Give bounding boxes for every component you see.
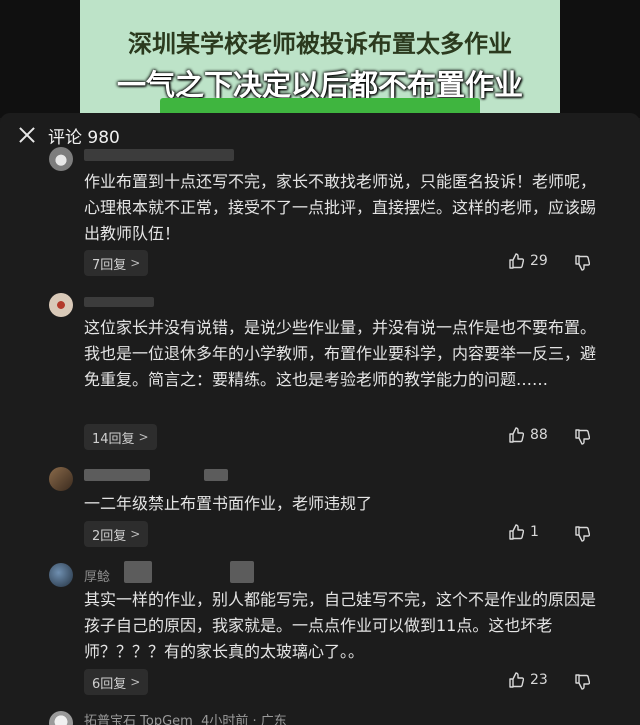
- thumbs-up-icon: [509, 253, 524, 269]
- like-count: 1: [530, 524, 539, 540]
- thumbs-down-icon[interactable]: [574, 429, 590, 445]
- like-count: 29: [530, 253, 548, 269]
- username-redacted: [84, 149, 234, 161]
- avatar[interactable]: [49, 711, 73, 725]
- comments-sheet: 评论 980 作业布置到十点还写不完，家长不敢找老师说，只能匿名投诉！老师呢，心…: [0, 113, 640, 725]
- thumbs-up-icon: [509, 672, 524, 688]
- replies-count: 2回复: [92, 528, 127, 544]
- comment-text: 一二年级禁止布置书面作业，老师违规了: [84, 494, 373, 513]
- avatar[interactable]: [49, 147, 73, 171]
- chevron-right-icon: >: [138, 430, 149, 444]
- comment-username-text: 拓普宝石 TopGem: [84, 714, 193, 725]
- username-redacted: [84, 469, 150, 481]
- username-redacted: [124, 561, 152, 583]
- replies-count: 14回复: [92, 431, 135, 447]
- like-count: 88: [530, 427, 548, 443]
- comment-text: 其实一样的作业，别人都能写完，自己娃写不完，这个不是作业的原因是孩子自己的原因，…: [84, 590, 597, 661]
- comment-username[interactable]: 拓普宝石 TopGem 4小时前 · 广东: [84, 710, 287, 725]
- chevron-right-icon: >: [130, 256, 141, 270]
- like-button[interactable]: 88: [508, 427, 548, 443]
- like-count: 23: [530, 672, 548, 688]
- username-redacted: [204, 469, 228, 481]
- comment-item: 这位家长并没有说错，是说少些作业量，并没有说一点作是也不要布置。我也是一位退休多…: [0, 291, 640, 461]
- video-player[interactable]: 深圳某学校老师被投诉布置太多作业 一气之下决定以后都不布置作业: [80, 0, 560, 118]
- comment-item: 作业布置到十点还写不完，家长不敢找老师说，只能匿名投诉！老师呢，心理根本就不正常…: [0, 143, 640, 283]
- thumbs-up-icon: [509, 524, 524, 540]
- thumbs-up-icon: [509, 427, 524, 443]
- view-replies-button[interactable]: 6回复 >: [84, 669, 149, 695]
- view-replies-button[interactable]: 14回复 >: [84, 424, 157, 450]
- thumbs-down-icon[interactable]: [574, 674, 590, 690]
- avatar[interactable]: [49, 563, 73, 587]
- replies-count: 6回复: [92, 676, 127, 692]
- view-replies-button[interactable]: 7回复 >: [84, 250, 149, 276]
- comment-item: 一二年级禁止布置书面作业，老师违规了 2回复 > 1: [0, 465, 640, 553]
- username-redacted: [84, 297, 154, 307]
- like-button[interactable]: 1: [508, 524, 539, 540]
- comment-text: 这位家长并没有说错，是说少些作业量，并没有说一点作是也不要布置。我也是一位退休多…: [84, 318, 597, 389]
- comment-meta: 4小时前 · 广东: [201, 714, 287, 725]
- comment-username[interactable]: 厚鲶: [84, 566, 110, 585]
- comment-text: 作业布置到十点还写不完，家长不敢找老师说，只能匿名投诉！老师呢，心理根本就不正常…: [84, 172, 597, 243]
- chevron-right-icon: >: [130, 527, 141, 541]
- avatar[interactable]: [49, 467, 73, 491]
- comment-item: 拓普宝石 TopGem 4小时前 · 广东: [0, 709, 640, 725]
- video-caption-line1: 深圳某学校老师被投诉布置太多作业: [128, 30, 512, 58]
- view-replies-button[interactable]: 2回复 >: [84, 521, 149, 547]
- thumbs-down-icon[interactable]: [574, 526, 590, 542]
- avatar[interactable]: [49, 293, 73, 317]
- like-button[interactable]: 23: [508, 672, 548, 688]
- username-redacted: [230, 561, 254, 583]
- replies-count: 7回复: [92, 257, 127, 273]
- chevron-right-icon: >: [130, 675, 141, 689]
- thumbs-down-icon[interactable]: [574, 255, 590, 271]
- like-button[interactable]: 29: [508, 253, 548, 269]
- comment-item: 厚鲶 其实一样的作业，别人都能写完，自己娃写不完，这个不是作业的原因是孩子自己的…: [0, 561, 640, 703]
